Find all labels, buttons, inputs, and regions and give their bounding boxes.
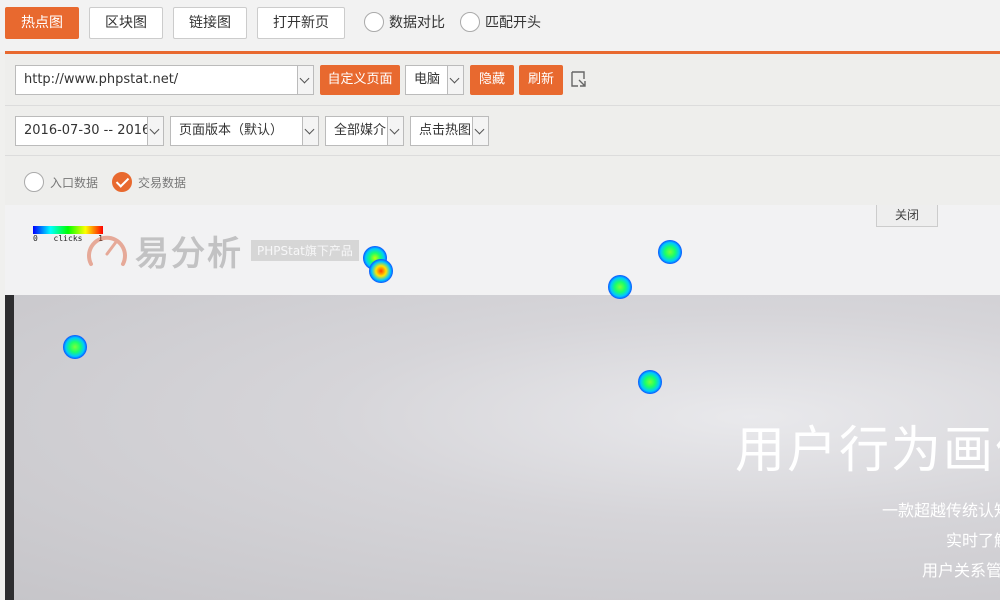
data-compare-label: 数据对比 xyxy=(389,15,445,31)
heat-point xyxy=(638,370,662,394)
device-value: 电脑 xyxy=(414,72,441,87)
chevron-down-icon[interactable] xyxy=(387,117,403,145)
match-prefix-radio[interactable]: 匹配开头 xyxy=(460,11,541,33)
entry-data-radio[interactable]: 入口数据 xyxy=(24,172,98,192)
url-select[interactable]: http://www.phpstat.net/ xyxy=(15,65,314,95)
close-button[interactable]: 关闭 xyxy=(876,205,938,227)
heatmap-tab-button[interactable]: 热点图 xyxy=(5,7,79,39)
page-preview: 0 clicks 1 易分析 PHPStat旗下产品 关闭 用户行为画像 一款超… xyxy=(5,205,1000,600)
checkmark-icon[interactable] xyxy=(112,172,132,192)
hero-line-3: 用户关系管理 xyxy=(922,561,1000,580)
control-panel: http://www.phpstat.net/ 自定义页面 电脑 隐藏 刷新 2… xyxy=(5,54,1000,205)
page-version-select[interactable]: 页面版本（默认） xyxy=(170,116,319,146)
match-prefix-label: 匹配开头 xyxy=(485,15,541,31)
legend-label: clicks xyxy=(53,234,83,243)
block-map-tab-button[interactable]: 区块图 xyxy=(89,7,163,39)
page-version-value: 页面版本（默认） xyxy=(179,123,284,138)
top-toolbar: 热点图 区块图 链接图 打开新页 数据对比 匹配开头 xyxy=(0,0,1000,52)
refresh-button[interactable]: 刷新 xyxy=(519,65,563,95)
hide-button[interactable]: 隐藏 xyxy=(470,65,514,95)
url-value: http://www.phpstat.net/ xyxy=(24,72,179,87)
chevron-down-icon[interactable] xyxy=(302,117,318,145)
radio-circle[interactable] xyxy=(364,12,384,32)
heat-point xyxy=(608,275,632,299)
link-map-tab-button[interactable]: 链接图 xyxy=(173,7,247,39)
chevron-down-icon[interactable] xyxy=(297,66,313,94)
data-compare-radio[interactable]: 数据对比 xyxy=(364,11,445,33)
site-logo: 易分析 PHPStat旗下产品 xyxy=(85,230,359,274)
logo-badge: PHPStat旗下产品 xyxy=(251,239,359,261)
heat-point xyxy=(63,335,87,359)
hero-line-1: 一款超越传统认知 xyxy=(882,501,1000,520)
hero-line-2: 实时了解 xyxy=(946,531,1000,550)
radio-circle[interactable] xyxy=(24,172,44,192)
logo-text: 易分析 xyxy=(135,233,243,274)
media-select[interactable]: 全部媒介 xyxy=(325,116,404,146)
gauge-logo-icon xyxy=(87,235,127,266)
radio-circle[interactable] xyxy=(460,12,480,32)
data-mode-row: 入口数据 交易数据 xyxy=(5,156,1000,205)
legend-min: 0 xyxy=(33,234,38,243)
chevron-down-icon[interactable] xyxy=(447,66,463,94)
custom-page-button[interactable]: 自定义页面 xyxy=(320,65,400,95)
transaction-data-radio[interactable]: 交易数据 xyxy=(112,172,186,192)
transaction-data-label: 交易数据 xyxy=(138,175,187,190)
device-select[interactable]: 电脑 xyxy=(405,65,464,95)
open-new-page-button[interactable]: 打开新页 xyxy=(257,7,345,39)
chevron-down-icon[interactable] xyxy=(147,117,163,145)
media-value: 全部媒介 xyxy=(334,123,387,138)
chevron-down-icon[interactable] xyxy=(472,117,488,145)
heatmap-type-select[interactable]: 点击热图 xyxy=(410,116,489,146)
filter-row: 2016-07-30 -- 2016- 页面版本（默认） 全部媒介 点击热图 xyxy=(5,106,1000,156)
heat-point xyxy=(369,259,393,283)
heat-point xyxy=(658,240,682,264)
entry-data-label: 入口数据 xyxy=(50,175,99,190)
heatmap-type-value: 点击热图 xyxy=(419,123,472,138)
date-range-value: 2016-07-30 -- 2016- xyxy=(24,123,155,138)
export-icon[interactable] xyxy=(569,70,587,88)
preview-edge xyxy=(5,295,14,600)
date-range-select[interactable]: 2016-07-30 -- 2016- xyxy=(15,116,164,146)
hero-title: 用户行为画像 xyxy=(735,421,1000,479)
url-row: http://www.phpstat.net/ 自定义页面 电脑 隐藏 刷新 xyxy=(5,54,1000,106)
